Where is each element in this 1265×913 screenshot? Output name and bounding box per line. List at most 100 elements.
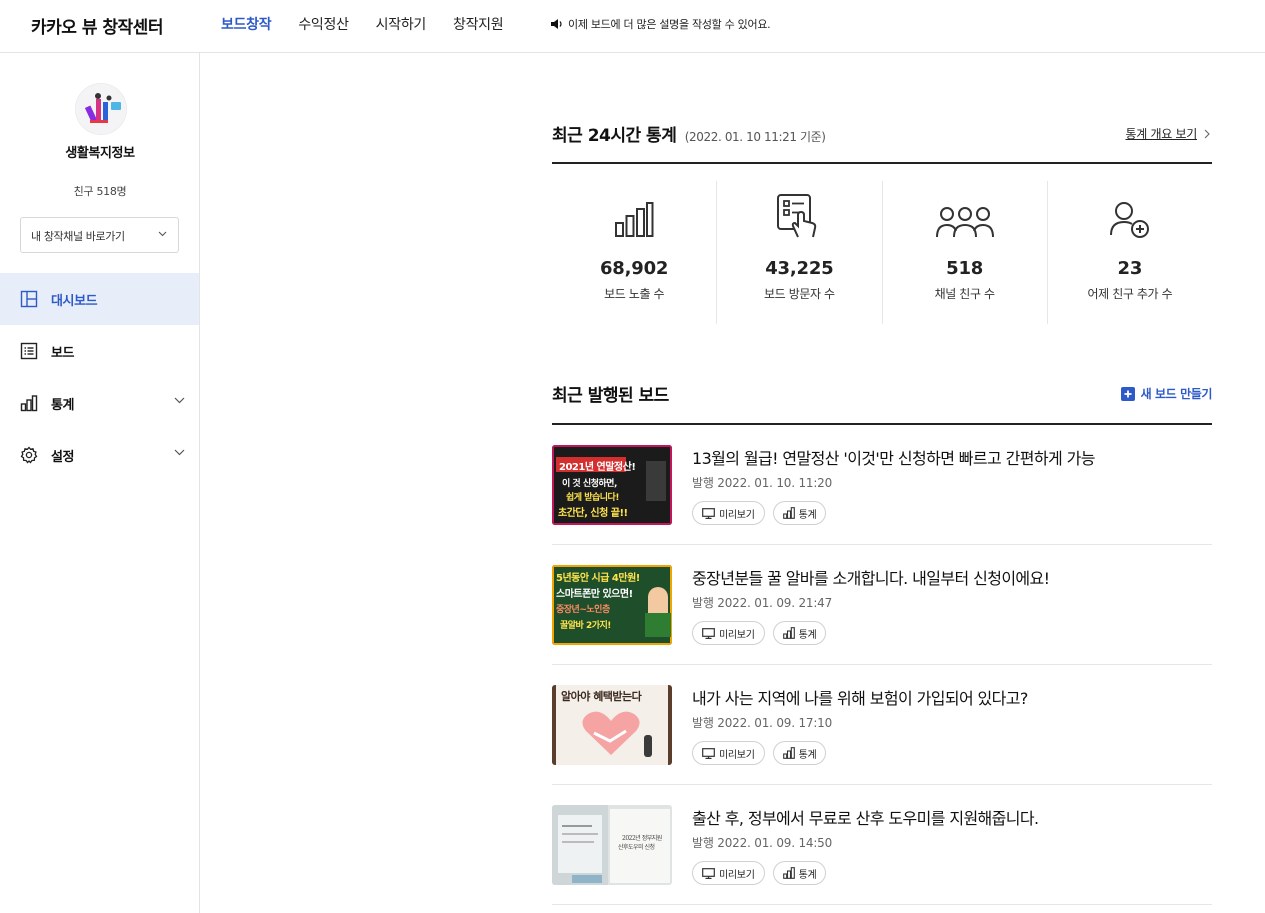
stat-value: 68,902	[599, 258, 669, 279]
nav-board-create[interactable]: 보드창작	[221, 14, 272, 34]
monitor-icon	[702, 507, 715, 519]
sidebar-item-label: 설정	[51, 449, 75, 465]
board-thumbnail[interactable]: 2022년 정부지원 산후도우미 신청	[552, 805, 672, 885]
thumbnail-text: 2021년 연말정산!	[559, 462, 636, 473]
preview-label: 미리보기	[719, 629, 755, 641]
thumbnail-text: 중장년~노인층	[556, 605, 610, 615]
preview-label: 미리보기	[719, 509, 755, 521]
sidebar-item-dashboard[interactable]: 대시보드	[0, 273, 199, 325]
nav-getting-started[interactable]: 시작하기	[376, 14, 427, 34]
monitor-icon	[702, 747, 715, 759]
stat-value: 518	[946, 258, 984, 279]
sidebar-item-label: 대시보드	[51, 293, 98, 309]
stat-label: 어제 친구 추가 수	[1087, 287, 1173, 301]
thumbnail-text: 꿀알바 2가지!	[560, 621, 611, 631]
stats-title: 최근 24시간 통계	[552, 126, 677, 146]
new-board-label: 새 보드 만들기	[1140, 387, 1213, 401]
board-publish-date: 발행 2022. 01. 09. 14:50	[692, 836, 833, 850]
bar-chart-icon	[615, 202, 654, 237]
stat-label: 보드 노출 수	[604, 287, 665, 301]
stat-label: 보드 방문자 수	[764, 287, 835, 301]
sidebar-menu: 대시보드 보드 통계 설정	[0, 273, 199, 481]
new-board-button[interactable]: 새 보드 만들기	[1120, 385, 1213, 402]
sidebar: 생활복지정보 친구 518명 내 창작채널 바로가기 대시보드 보드 통계 설정	[0, 53, 200, 913]
preview-label: 미리보기	[719, 749, 755, 761]
stats-button[interactable]: 통계	[772, 741, 827, 765]
preview-button[interactable]: 미리보기	[692, 501, 765, 525]
stats-icon	[20, 395, 38, 412]
thumbnail-text: 스마트폰만 있으면!	[556, 589, 633, 600]
sidebar-item-settings[interactable]: 설정	[0, 429, 199, 481]
stats-section-title: 최근 24시간 통계 (2022. 01. 10 11:21 기준)	[552, 121, 826, 146]
section-divider	[552, 162, 1212, 164]
thumbnail-text: 2022년 정부지원	[622, 835, 662, 842]
board-list: 2021년 연말정산! 이 것 신청하면, 쉽게 받습니다! 초간단, 신청 끝…	[552, 425, 1212, 905]
group-icon	[935, 207, 994, 238]
board-thumbnail[interactable]: 2021년 연말정산! 이 것 신청하면, 쉽게 받습니다! 초간단, 신청 끝…	[552, 445, 672, 525]
chevron-down-icon	[158, 231, 167, 237]
notice-banner[interactable]: 이제 보드에 더 많은 설명을 작성할 수 있어요.	[550, 16, 771, 32]
site-logo[interactable]: 카카오 뷰 창작센터	[31, 13, 163, 38]
heart-handshake-illustration	[582, 711, 640, 755]
chevron-down-icon	[174, 397, 185, 404]
stats-button[interactable]: 통계	[772, 501, 827, 525]
preview-label: 미리보기	[719, 869, 755, 881]
preview-button[interactable]: 미리보기	[692, 621, 765, 645]
board-thumbnail[interactable]: 5년동안 시급 4만원! 스마트폰만 있으면! 중장년~노인층 꿀알바 2가지!	[552, 565, 672, 645]
board-thumbnail[interactable]: 알아야 혜택받는다	[552, 685, 672, 765]
monitor-icon	[702, 867, 715, 879]
stats-icon	[782, 627, 795, 639]
dashboard-icon	[20, 290, 38, 308]
board-title[interactable]: 중장년분들 꿀 알바를 소개합니다. 내일부터 신청이에요!	[692, 565, 1050, 589]
stats-button[interactable]: 통계	[772, 621, 827, 645]
sidebar-item-label: 통계	[51, 397, 75, 413]
thumbnail-text: 5년동안 시급 4만원!	[556, 573, 640, 584]
channel-name: 생활복지정보	[65, 146, 135, 161]
stats-button[interactable]: 통계	[772, 861, 827, 885]
sidebar-item-board[interactable]: 보드	[0, 325, 199, 377]
notice-text: 이제 보드에 더 많은 설명을 작성할 수 있어요.	[568, 18, 771, 31]
stat-card-impressions: 68,902 보드 노출 수	[552, 181, 718, 324]
board-item[interactable]: 2021년 연말정산! 이 것 신청하면, 쉽게 받습니다! 초간단, 신청 끝…	[552, 425, 1212, 545]
board-item[interactable]: 알아야 혜택받는다 내가 사는 지역에 나를 위해 보험이 가입되어 있다고? …	[552, 665, 1212, 785]
top-nav: 보드창작 수익정산 시작하기 창작지원	[221, 14, 504, 34]
stats-overview-link[interactable]: 통계 개요 보기	[1126, 125, 1210, 142]
stats-label: 통계	[798, 629, 817, 641]
chevron-right-icon	[1204, 129, 1210, 138]
stats-label: 통계	[798, 869, 817, 881]
channel-shortcut-select[interactable]: 내 창작채널 바로가기	[20, 217, 179, 253]
channel-select-label: 내 창작채널 바로가기	[31, 230, 125, 243]
board-title[interactable]: 내가 사는 지역에 나를 위해 보험이 가입되어 있다고?	[692, 685, 1028, 709]
monitor-icon	[702, 627, 715, 639]
stat-value: 43,225	[765, 258, 834, 279]
preview-button[interactable]: 미리보기	[692, 861, 765, 885]
thumbnail-text: 초간단, 신청 끝!!	[558, 508, 628, 519]
tap-card-icon	[777, 194, 817, 238]
settings-icon	[20, 446, 38, 464]
sidebar-item-stats[interactable]: 통계	[0, 377, 199, 429]
stat-card-new-friends: 23 어제 친구 추가 수	[1048, 181, 1212, 324]
preview-button[interactable]: 미리보기	[692, 741, 765, 765]
channel-friend-count: 친구 518명	[73, 185, 127, 198]
stats-label: 통계	[798, 749, 817, 761]
stat-card-visitors: 43,225 보드 방문자 수	[717, 181, 883, 324]
nav-revenue[interactable]: 수익정산	[298, 14, 349, 34]
board-title[interactable]: 13월의 월급! 연말정산 '이것'만 신청하면 빠르고 간편하게 가능	[692, 445, 1095, 469]
sidebar-item-label: 보드	[51, 345, 75, 361]
board-publish-date: 발행 2022. 01. 10. 11:20	[692, 476, 833, 490]
board-item[interactable]: 5년동안 시급 4만원! 스마트폰만 있으면! 중장년~노인층 꿀알바 2가지!…	[552, 545, 1212, 665]
top-header: 카카오 뷰 창작센터 보드창작 수익정산 시작하기 창작지원 이제 보드에 더 …	[0, 0, 1265, 53]
stats-icon	[782, 747, 795, 759]
stats-date: (2022. 01. 10 11:21 기준)	[684, 130, 826, 144]
stats-grid: 68,902 보드 노출 수 43,225 보드 방문자 수 518 채널 친구…	[552, 181, 1212, 324]
add-friend-icon	[1109, 202, 1149, 238]
stat-value: 23	[1117, 258, 1143, 279]
thumbnail-text: 쉽게 받습니다!	[566, 493, 619, 503]
thumbnail-text: 이 것 신청하면,	[562, 479, 617, 489]
channel-avatar[interactable]	[75, 83, 127, 135]
board-item[interactable]: 2022년 정부지원 산후도우미 신청 출산 후, 정부에서 무료로 산후 도우…	[552, 785, 1212, 905]
board-title[interactable]: 출산 후, 정부에서 무료로 산후 도우미를 지원해줍니다.	[692, 805, 1039, 829]
chevron-down-icon	[174, 449, 185, 456]
nav-creator-support[interactable]: 창작지원	[453, 14, 504, 34]
recent-boards-title: 최근 발행된 보드	[552, 386, 669, 406]
